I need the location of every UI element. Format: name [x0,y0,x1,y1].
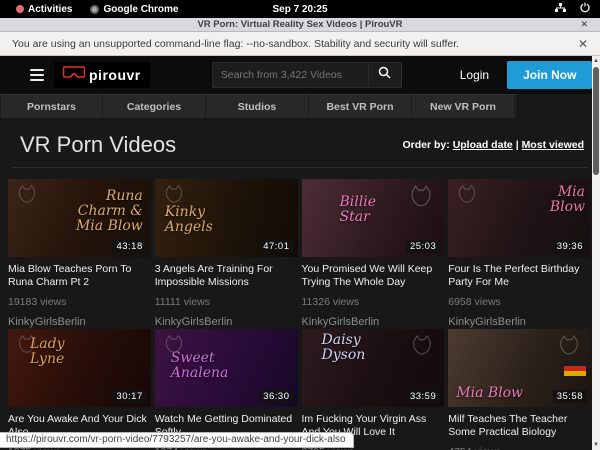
search-bar [212,62,402,88]
duration-badge: 30:17 [112,390,146,403]
duration-badge: 43:18 [112,240,146,253]
heading-divider [12,167,588,168]
video-card: Runa Charm & Mia Blow 43:18 Mia Blow Tea… [8,179,151,328]
thumbnail-caption: Lady Lyne [30,337,86,367]
studio-watermark-icon [456,183,478,210]
video-views: 4754 views [448,446,591,450]
studio-watermark-icon [557,333,581,362]
video-card: Billie Star 25:03 You Promised We Will K… [302,179,445,328]
nav-item-best-vr-porn[interactable]: Best VR Porn [309,95,412,118]
tab-close-icon[interactable]: ✕ [580,19,588,30]
duration-badge: 47:01 [259,240,293,253]
studio-watermark-icon [16,183,38,210]
thumbnail-caption: Sweet Analena [171,351,251,381]
video-title[interactable]: Mia Blow Teaches Porn To Runa Charm Pt 2 [8,263,151,289]
video-card: Mia Blow 35:58 Milf Teaches The Teacher … [448,329,591,450]
nav-item-new-vr-porn[interactable]: New VR Porn [412,95,515,118]
order-link-upload-date[interactable]: Upload date [453,139,513,151]
duration-badge: 25:03 [406,240,440,253]
video-thumbnail[interactable]: Kinky Angels 47:01 [155,179,298,257]
video-thumbnail[interactable]: Daisy Dyson 33:59 [302,329,445,407]
chrome-infobar: You are using an unsupported command-lin… [0,32,600,56]
order-by-label: Order by: [403,139,450,151]
page-heading-row: VR Porn Videos Order by: Upload date | M… [0,118,600,158]
video-views: 19183 views [8,296,151,308]
video-studio-link[interactable]: KinkyGirlsBerlin [155,316,298,328]
video-title[interactable]: You Promised We Will Keep Trying The Who… [302,263,445,289]
studio-watermark-icon [408,183,434,214]
video-thumbnail[interactable]: Sweet Analena 36:30 [155,329,298,407]
video-card: Mia Blow 39:36 Four Is The Perfect Birth… [448,179,591,328]
site-logo[interactable]: pirouvr [54,62,150,88]
scrollbar-thumb[interactable] [593,67,599,175]
status-bubble: https://pirouvr.com/vr-porn-video/779325… [0,432,354,448]
search-icon [378,66,391,84]
video-thumbnail[interactable]: Mia Blow 39:36 [448,179,591,257]
duration-badge: 39:36 [553,240,587,253]
order-link-most-viewed[interactable]: Most viewed [522,139,584,151]
video-studio-link[interactable]: KinkyGirlsBerlin [448,316,591,328]
nav-item-pornstars[interactable]: Pornstars [0,95,103,118]
nav-item-studios[interactable]: Studios [206,95,309,118]
thumbnail-caption: Daisy Dyson [322,333,388,363]
clock[interactable]: Sep 7 20:25 [0,4,600,15]
german-flag-icon [564,361,586,376]
video-views: 11111 views [155,296,298,308]
scroll-down-icon[interactable]: ▼ [592,440,600,450]
thumbnail-caption: Mia Blow [525,185,585,215]
video-thumbnail[interactable]: Runa Charm & Mia Blow 43:18 [8,179,151,257]
login-link[interactable]: Login [460,68,489,82]
system-top-bar: Activities Google Chrome Sep 7 20:25 [0,0,600,18]
tab-title[interactable]: VR Porn: Virtual Reality Sex Videos | Pi… [197,19,402,30]
thumbnail-caption: Runa Charm & Mia Blow [73,189,143,234]
infobar-close-icon[interactable]: ✕ [578,37,588,51]
power-icon[interactable] [580,2,590,16]
video-title[interactable]: Milf Teaches The Teacher Some Practical … [448,413,591,439]
studio-watermark-icon [410,333,434,362]
main-nav: Pornstars Categories Studios Best VR Por… [0,94,516,118]
thumbnail-caption: Kinky Angels [165,205,225,235]
vertical-scrollbar[interactable]: ▲ ▼ [592,56,600,450]
thumbnail-caption: Billie Star [340,195,410,225]
menu-icon[interactable] [30,69,44,81]
network-icon[interactable] [555,3,566,16]
video-grid: Runa Charm & Mia Blow 43:18 Mia Blow Tea… [8,179,591,450]
video-studio-link[interactable]: KinkyGirlsBerlin [8,316,151,328]
duration-badge: 33:59 [406,390,440,403]
browser-tab-strip: VR Porn: Virtual Reality Sex Videos | Pi… [0,18,600,32]
video-studio-link[interactable]: KinkyGirlsBerlin [302,316,445,328]
duration-badge: 35:58 [553,390,587,403]
logo-text: pirouvr [89,67,141,83]
video-card: Kinky Angels 47:01 3 Angels Are Training… [155,179,298,328]
duration-badge: 36:30 [259,390,293,403]
search-button[interactable] [368,62,402,88]
order-by: Order by: Upload date | Most viewed [403,139,585,151]
order-separator: | [513,139,522,151]
search-input[interactable] [212,62,368,88]
video-thumbnail[interactable]: Mia Blow 35:58 [448,329,591,407]
thumbnail-caption: Mia Blow [456,386,526,401]
nav-item-categories[interactable]: Categories [103,95,206,118]
video-title[interactable]: 3 Angels Are Training For Impossible Mis… [155,263,298,289]
join-now-button[interactable]: Join Now [507,61,592,89]
infobar-message: You are using an unsupported command-lin… [12,38,459,50]
scroll-up-icon[interactable]: ▲ [592,56,600,66]
vr-goggles-icon [63,66,85,84]
video-title[interactable]: Four Is The Perfect Birthday Party For M… [448,263,591,289]
video-views: 6958 views [448,296,591,308]
video-thumbnail[interactable]: Billie Star 25:03 [302,179,445,257]
page-title: VR Porn Videos [20,132,176,158]
video-views: 11326 views [302,296,445,308]
site-header: pirouvr Login Join Now [0,56,600,94]
video-thumbnail[interactable]: Lady Lyne 30:17 [8,329,151,407]
